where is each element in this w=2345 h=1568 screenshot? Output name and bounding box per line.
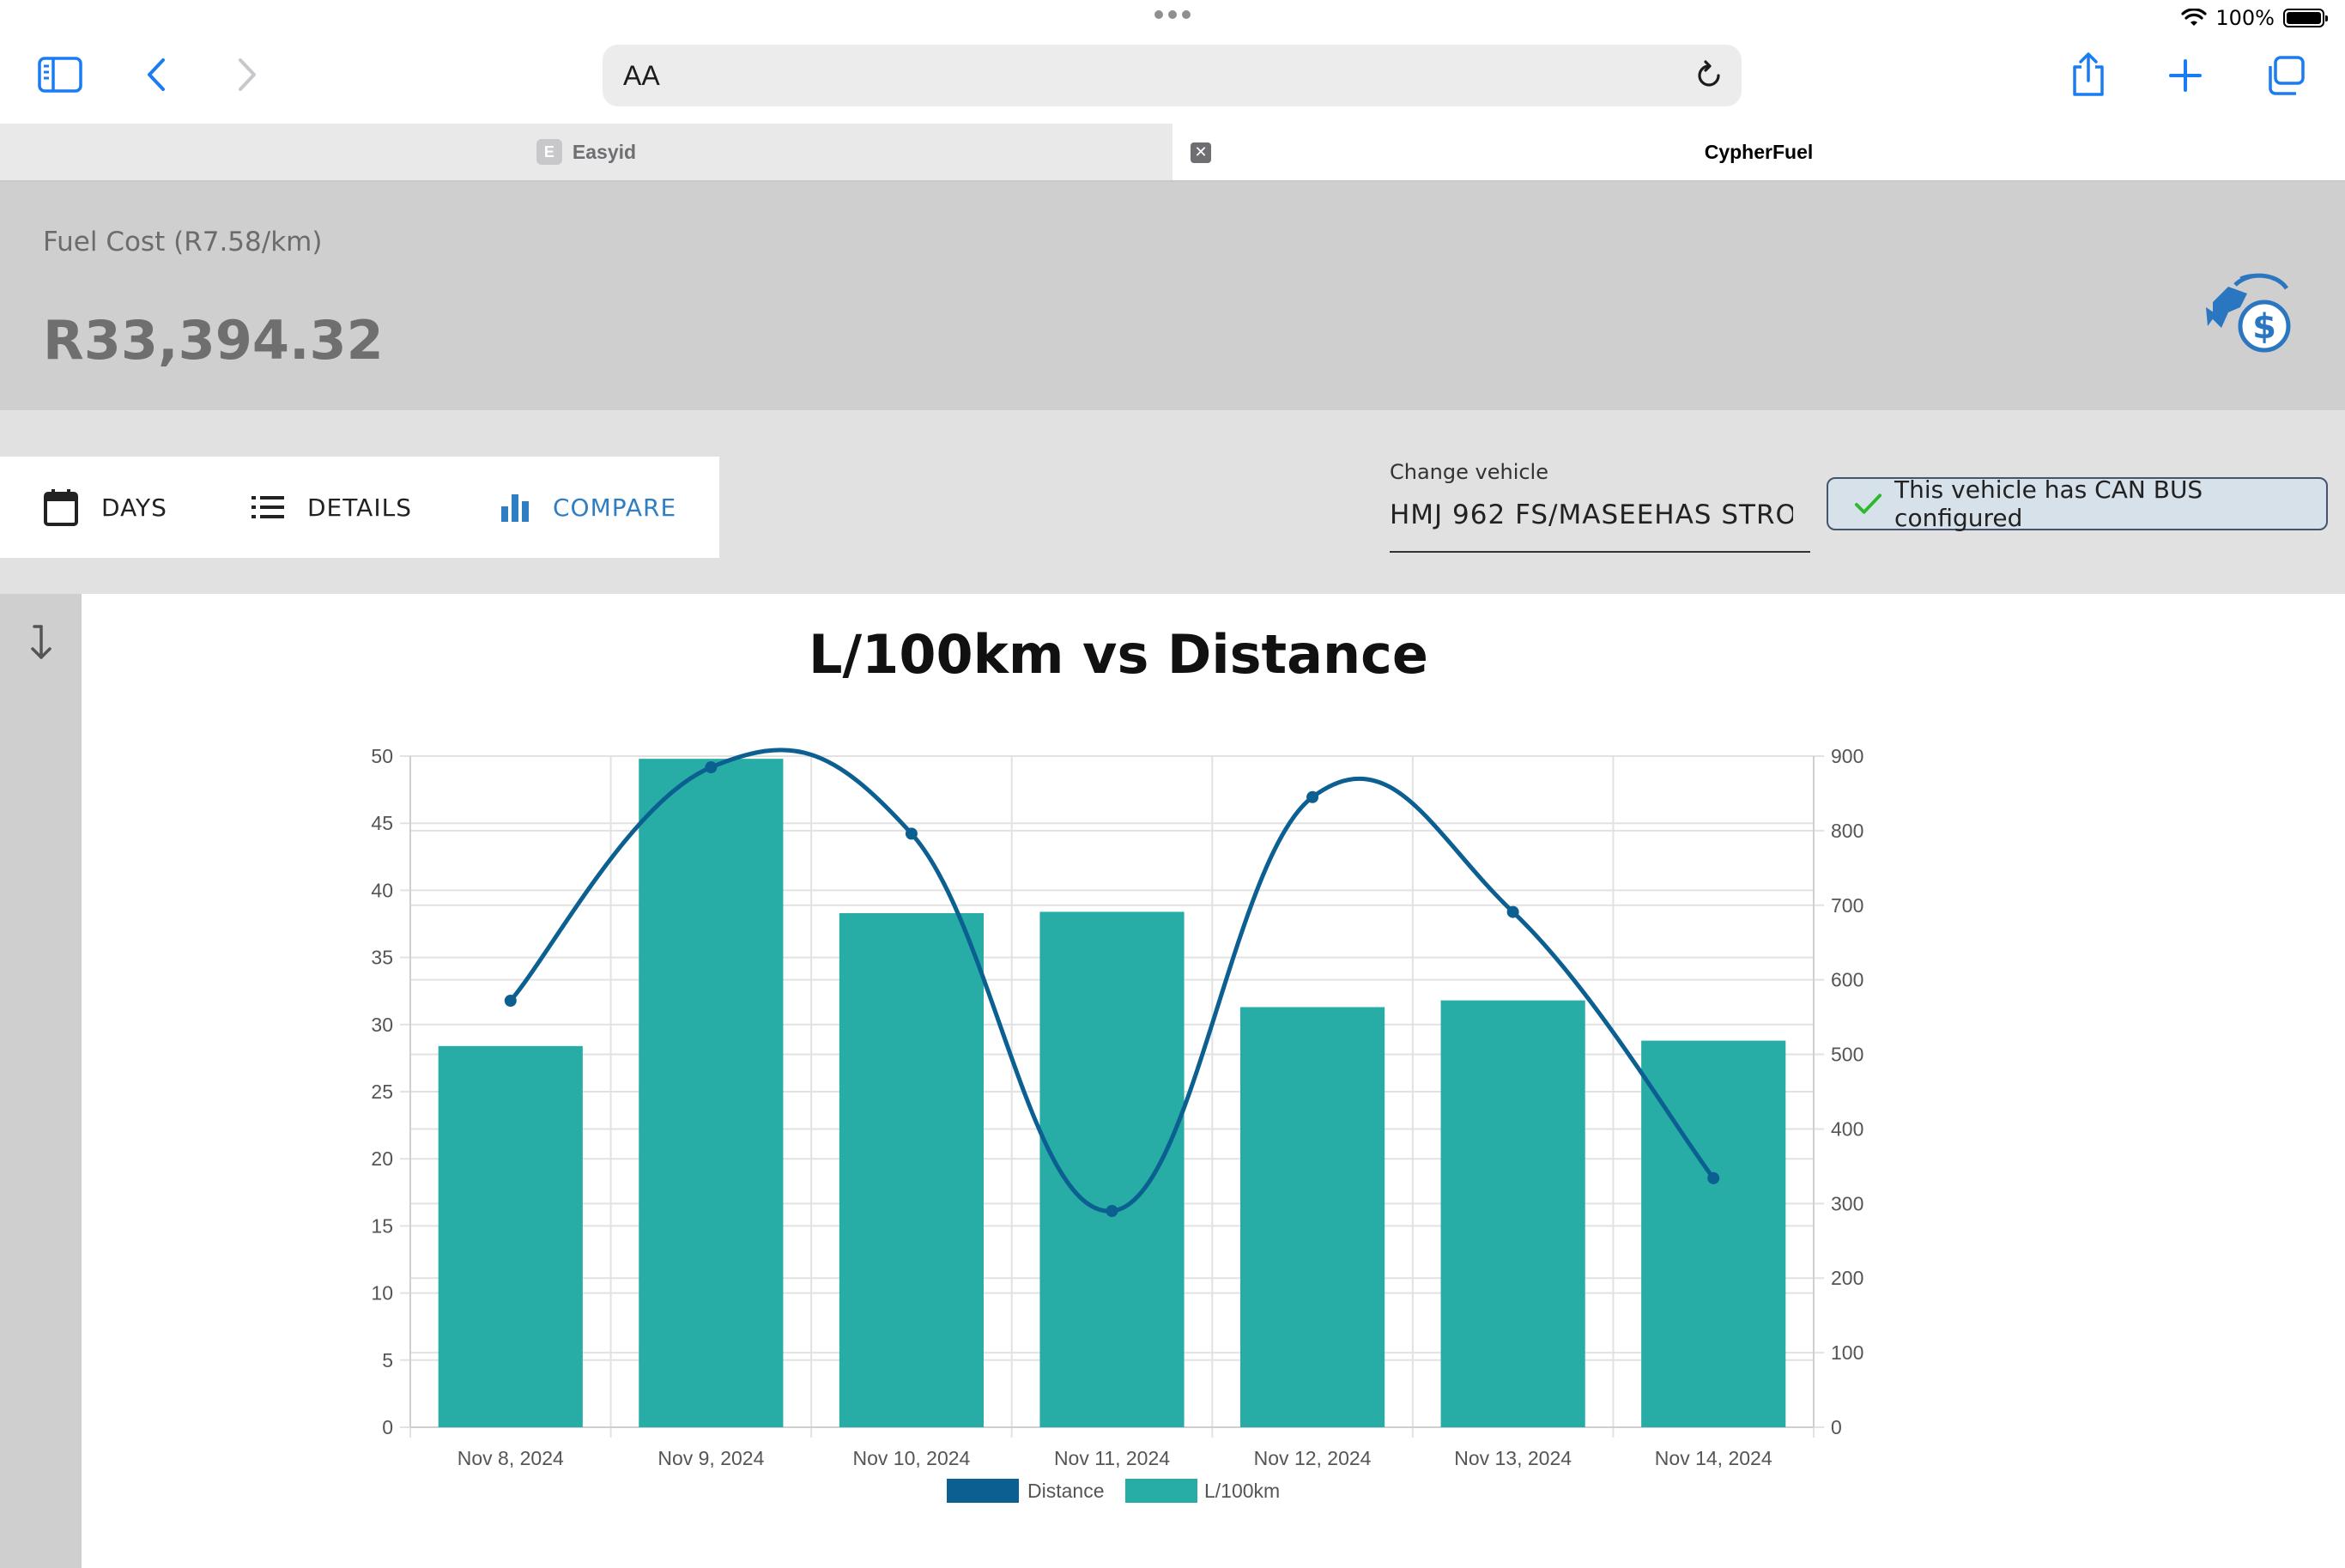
legend-label-distance: Distance	[1027, 1480, 1104, 1502]
y-left-tick-label: 25	[371, 1081, 393, 1103]
status-bar: 100%	[0, 0, 2345, 36]
distance-point	[1506, 905, 1519, 918]
y-right-tick-label: 200	[1831, 1267, 1863, 1289]
y-right-tick-label: 600	[1831, 969, 1863, 991]
battery-percent: 100%	[2215, 6, 2275, 30]
close-tab-icon[interactable]: ✕	[1191, 142, 1211, 163]
canbus-status-badge: This vehicle has CAN BUS configured	[1827, 475, 2328, 532]
y-right-tick-label: 0	[1831, 1416, 1842, 1438]
tab-label: CypherFuel	[1704, 140, 1814, 163]
vehicle-select-value[interactable]: HMJ 962 FS/MASEEHAS STROI	[1390, 499, 1793, 530]
share-icon[interactable]	[2069, 51, 2108, 98]
legend-label-l100km: L/100km	[1204, 1480, 1280, 1502]
distance-point	[1306, 790, 1319, 803]
checkmark-icon	[1854, 493, 1882, 514]
content-area: L/100km vs Distance 0 5 10 15 20 25 30 35 40 45 50…	[0, 594, 2345, 1568]
calendar-icon	[44, 489, 78, 526]
chart: 0510152025303540455001002003004005006007…	[371, 745, 1863, 1503]
fuel-pump-dollar-icon: $	[2197, 268, 2300, 371]
distance-point	[705, 761, 718, 774]
forward-icon[interactable]	[232, 57, 263, 93]
tab-label: Easyid	[572, 140, 637, 163]
reload-icon[interactable]	[1694, 60, 1724, 94]
bar-l100km	[1239, 1007, 1385, 1427]
chart-bars	[438, 759, 1786, 1427]
tab-cypherfuel[interactable]: CypherFuel	[1172, 124, 2345, 180]
status-indicators: 100%	[2181, 3, 2328, 33]
svg-text:$: $	[2252, 307, 2276, 347]
battery-icon	[2283, 9, 2328, 27]
back-icon[interactable]	[141, 57, 172, 93]
x-tick-label: Nov 14, 2024	[1655, 1447, 1772, 1469]
tab-label: DETAILS	[307, 493, 412, 522]
y-right-tick-label: 400	[1831, 1117, 1863, 1140]
tab-bar: E Easyid CypherFuel ✕	[0, 124, 2345, 182]
bar-l100km	[1440, 1000, 1585, 1427]
y-left-tick-label: 0	[382, 1416, 393, 1438]
y-left-tick-label: 15	[371, 1214, 393, 1237]
chart-legend: Distance L/100km	[947, 1479, 1280, 1503]
new-tab-icon[interactable]	[2166, 57, 2204, 94]
legend-swatch-distance	[947, 1479, 1019, 1503]
tab-compare[interactable]: COMPARE	[457, 457, 719, 558]
view-tabs: DAYS DETAILS COMPARE	[0, 457, 719, 558]
y-left-tick-label: 20	[371, 1147, 393, 1170]
distance-point	[1707, 1171, 1720, 1184]
tab-label: DAYS	[101, 493, 167, 522]
sidebar-icon[interactable]	[36, 55, 84, 94]
wifi-icon	[2181, 9, 2207, 26]
bar-l100km	[438, 1045, 583, 1427]
y-right-tick-label: 900	[1831, 745, 1863, 767]
list-icon	[251, 496, 284, 518]
x-tick-label: Nov 8, 2024	[457, 1447, 564, 1469]
fuel-cost-label: Fuel Cost (R7.58/km)	[43, 227, 323, 257]
distance-point	[504, 994, 517, 1007]
y-right-tick-label: 100	[1831, 1341, 1863, 1364]
bar-l100km	[1641, 1040, 1786, 1427]
y-left-tick-label: 10	[371, 1282, 393, 1305]
easyid-favicon-icon: E	[536, 139, 562, 165]
x-tick-label: Nov 13, 2024	[1454, 1447, 1572, 1469]
multitasking-dots-icon[interactable]	[1154, 10, 1192, 21]
legend-swatch-l100km	[1125, 1479, 1197, 1503]
tab-label: COMPARE	[553, 493, 677, 522]
address-bar[interactable]: AA	[603, 45, 1742, 106]
y-left-tick-label: 40	[371, 879, 393, 901]
bar-l100km	[839, 912, 985, 1427]
y-right-tick-label: 300	[1831, 1192, 1863, 1214]
y-left-tick-label: 45	[371, 812, 393, 834]
x-tick-label: Nov 9, 2024	[657, 1447, 764, 1469]
y-right-tick-label: 700	[1831, 894, 1863, 917]
controls-band: DAYS DETAILS COMPARE Change vehicle HMJ …	[0, 410, 2345, 594]
tab-days[interactable]: DAYS	[0, 457, 208, 558]
y-right-tick-label: 800	[1831, 820, 1863, 842]
vehicle-select-label: Change vehicle	[1390, 460, 1548, 484]
canbus-status-text: This vehicle has CAN BUS configured	[1894, 475, 2203, 532]
fuel-cost-value: R33,394.32	[43, 309, 384, 372]
x-tick-label: Nov 10, 2024	[853, 1447, 971, 1469]
tab-details[interactable]: DETAILS	[208, 457, 457, 558]
y-left-tick-label: 30	[371, 1014, 393, 1036]
bar-chart-icon	[501, 494, 529, 522]
x-tick-label: Nov 11, 2024	[1054, 1447, 1170, 1469]
vehicle-select[interactable]: Change vehicle HMJ 962 FS/MASEEHAS STROI	[1390, 460, 1810, 553]
y-left-tick-label: 5	[382, 1349, 393, 1371]
fuel-cost-card: Fuel Cost (R7.58/km) R33,394.32 $	[0, 182, 2345, 410]
bar-l100km	[639, 759, 784, 1427]
tab-overview-icon[interactable]	[2264, 55, 2307, 96]
browser-toolbar: AA	[0, 36, 2345, 124]
y-left-tick-label: 50	[371, 745, 393, 767]
distance-point	[1106, 1205, 1118, 1218]
x-tick-label: Nov 12, 2024	[1254, 1447, 1372, 1469]
y-left-tick-label: 35	[371, 947, 393, 969]
tab-easyid[interactable]: E Easyid	[0, 124, 1172, 180]
distance-point	[905, 827, 918, 840]
reader-text-size-button[interactable]: AA	[623, 60, 660, 92]
y-right-tick-label: 500	[1831, 1044, 1863, 1066]
